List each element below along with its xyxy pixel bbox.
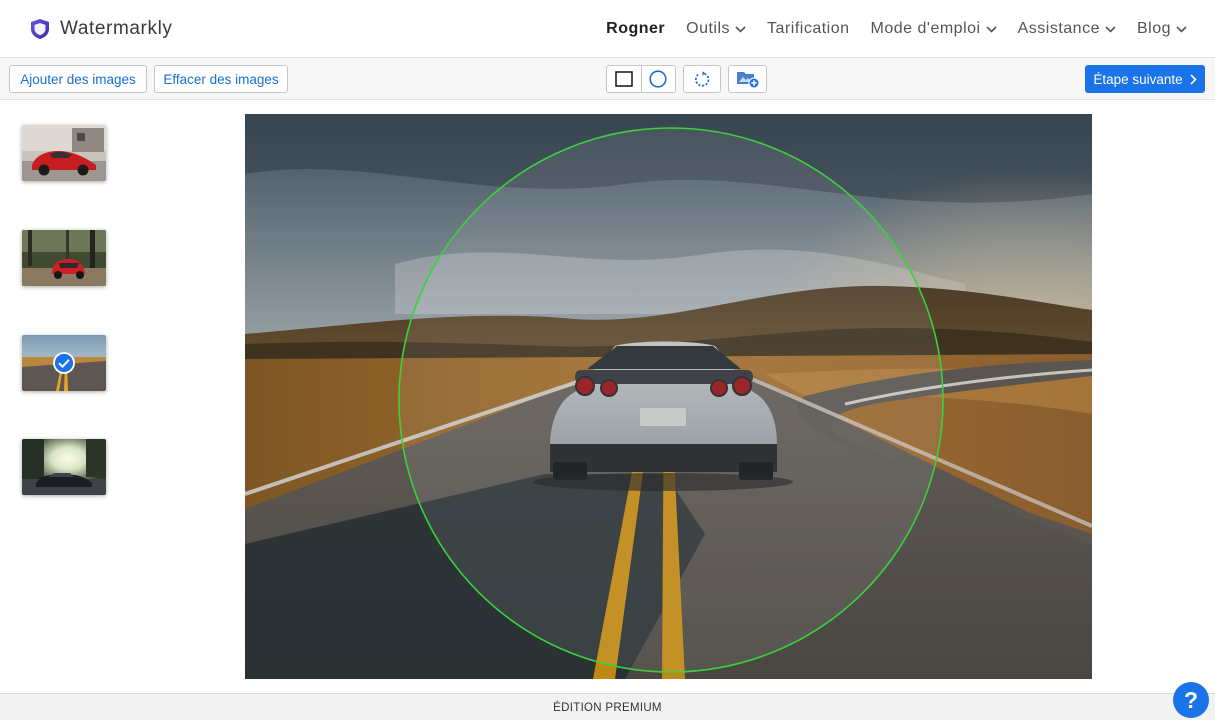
brand[interactable]: Watermarkly: [30, 18, 173, 40]
nav-item-rogner[interactable]: Rogner: [606, 20, 665, 38]
checkmark-icon: [53, 352, 75, 374]
dark-car-trees-image: [22, 439, 106, 495]
chevron-down-icon: [1105, 25, 1116, 33]
clear-images-button[interactable]: Effacer des images: [154, 65, 288, 93]
rotate-button[interactable]: [683, 65, 721, 93]
nav-item-blog[interactable]: Blog: [1137, 20, 1187, 38]
road-car-photo: [245, 114, 1092, 679]
image-canvas[interactable]: [245, 114, 1092, 679]
main-nav: Rogner Outils Tarification Mode d'emploi…: [585, 20, 1187, 38]
nav-item-label: Outils: [686, 20, 731, 37]
nav-item-mode-emploi[interactable]: Mode d'emploi: [871, 20, 997, 38]
rotate-icon: [694, 70, 709, 87]
next-step-button[interactable]: Étape suivante: [1085, 65, 1205, 93]
chevron-down-icon: [986, 25, 997, 33]
add-images-button[interactable]: Ajouter des images: [9, 65, 147, 93]
add-image-icon: [736, 72, 759, 89]
red-car-forest-image: [22, 230, 106, 286]
next-step-label: Étape suivante: [1093, 71, 1183, 87]
thumbnail-mountain-road-car[interactable]: [22, 335, 106, 391]
nav-item-label: Mode d'emploi: [870, 20, 981, 37]
help-question-icon: ?: [1183, 686, 1199, 713]
nav-item-outils[interactable]: Outils: [686, 20, 746, 38]
bottom-bar: ÉDITION PREMIUM: [0, 693, 1215, 720]
nav-item-label: Assistance: [1017, 20, 1100, 37]
thumbnail-red-classic-car[interactable]: [22, 125, 106, 181]
nav-item-label: Rogner: [606, 20, 666, 37]
red-car-house-image: [22, 125, 106, 181]
toolbar: Ajouter des images Effacer des images Ét…: [0, 58, 1215, 100]
nav-item-assistance[interactable]: Assistance: [1018, 20, 1116, 38]
thumbnail-red-car-forest[interactable]: [22, 230, 106, 286]
premium-edition-label: ÉDITION PREMIUM: [553, 702, 662, 714]
nav-item-label: Tarification: [767, 20, 850, 37]
add-image-button[interactable]: [728, 65, 767, 93]
nav-item-tarification[interactable]: Tarification: [767, 20, 849, 38]
brand-name: Watermarkly: [60, 18, 173, 39]
shield-logo-icon: [31, 19, 49, 39]
top-navbar: Watermarkly Rogner Outils Tarification M…: [0, 0, 1215, 58]
square-crop-button[interactable]: [607, 66, 641, 92]
chevron-down-icon: [1176, 25, 1187, 33]
crop-shape-group: [606, 65, 676, 93]
thumbnail-dark-car-trees[interactable]: [22, 439, 106, 495]
circle-crop-button[interactable]: [640, 66, 675, 92]
square-crop-icon: [615, 71, 633, 87]
circle-crop-icon: [649, 70, 668, 88]
nav-item-label: Blog: [1136, 20, 1171, 37]
chevron-right-icon: [1190, 73, 1197, 85]
help-button[interactable]: ?: [1173, 682, 1209, 718]
chevron-down-icon: [735, 25, 746, 33]
